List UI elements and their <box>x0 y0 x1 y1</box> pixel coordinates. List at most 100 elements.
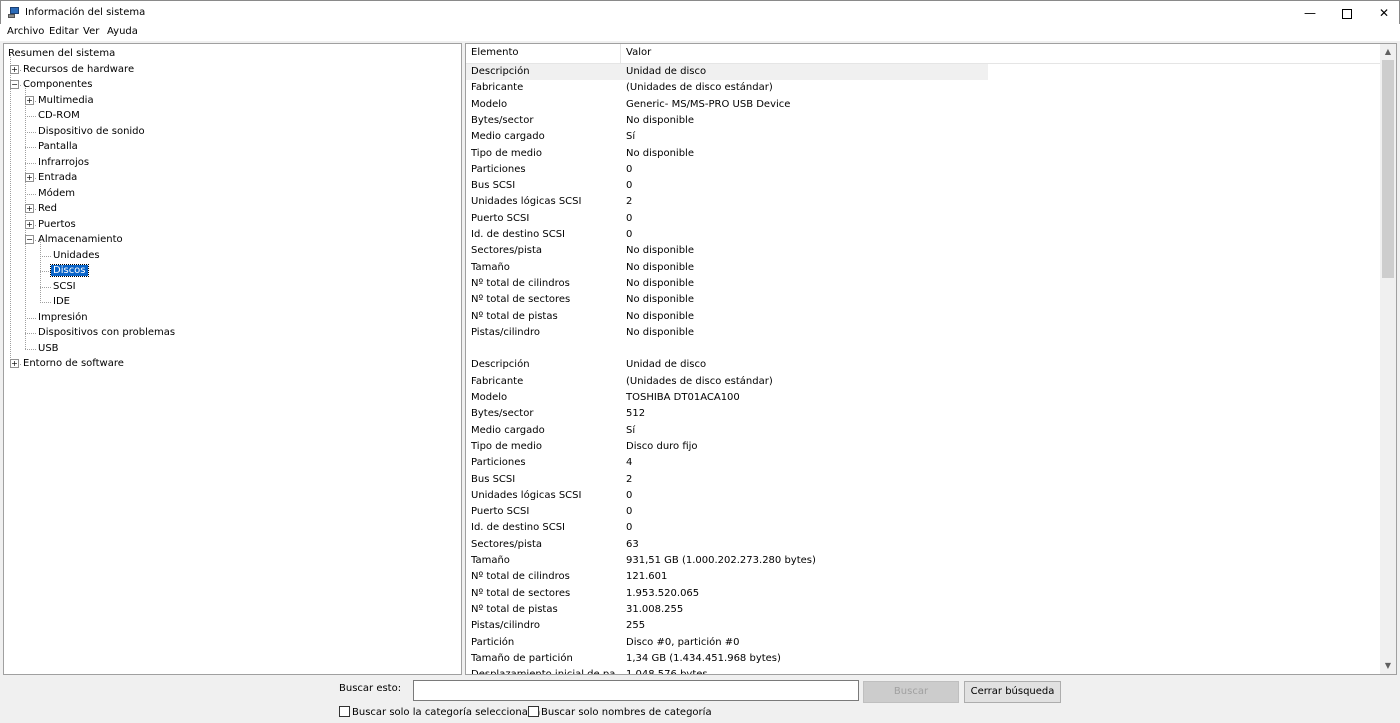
tree-item[interactable]: Recursos de hardware <box>23 62 134 77</box>
table-row[interactable]: Nº total de cilindros No disponible <box>466 276 988 292</box>
table-row[interactable]: Pistas/cilindro 255 <box>466 618 988 634</box>
table-row[interactable]: Puerto SCSI 0 <box>466 504 988 520</box>
menu-archivo[interactable]: Archivo <box>7 26 44 37</box>
tree-connector <box>25 131 36 133</box>
table-row[interactable]: Bus SCSI 2 <box>466 472 988 488</box>
table-row[interactable]: Descripción Unidad de disco <box>466 64 988 80</box>
close-search-button[interactable]: Cerrar búsqueda <box>964 681 1061 703</box>
tree-item[interactable]: Resumen del sistema <box>8 46 115 61</box>
tree-item[interactable]: Dispositivos con problemas <box>38 325 175 340</box>
table-row[interactable]: Particiones 0 <box>466 162 988 178</box>
table-row[interactable]: Tamaño No disponible <box>466 260 988 276</box>
table-row[interactable]: Partición Disco #0, partición #0 <box>466 635 988 651</box>
collapse-icon[interactable]: − <box>10 80 19 89</box>
search-input[interactable] <box>413 680 859 701</box>
tree-guide-line <box>25 85 26 349</box>
table-row[interactable]: Modelo Generic- MS/MS-PRO USB Device <box>466 97 988 113</box>
tree-item[interactable]: Almacenamiento <box>38 232 123 247</box>
table-row[interactable]: Tamaño de partición 1,34 GB (1.434.451.96… <box>466 651 988 667</box>
tree-item-label: CD-ROM <box>38 110 80 121</box>
tree-item[interactable]: Discos <box>50 263 89 278</box>
expand-icon[interactable]: + <box>25 204 34 213</box>
expand-icon[interactable]: + <box>25 219 34 229</box>
tree-item[interactable]: CD-ROM <box>38 108 80 123</box>
table-row[interactable]: Nº total de pistas No disponible <box>466 309 988 325</box>
cell-valor: No disponible <box>626 277 694 289</box>
tree-item[interactable]: Red <box>38 201 57 216</box>
collapse-icon[interactable]: − <box>25 235 34 244</box>
cell-valor: No disponible <box>626 245 694 257</box>
menu-ver[interactable]: Ver <box>83 26 99 37</box>
table-row[interactable]: Fabricante (Unidades de disco estándar) <box>466 80 988 96</box>
tree-item[interactable]: SCSI <box>53 279 76 294</box>
tree-item[interactable]: Puertos <box>38 217 76 232</box>
table-row[interactable]: Puerto SCSI 0 <box>466 211 988 227</box>
table-row[interactable]: Tipo de medio No disponible <box>466 146 988 162</box>
expand-icon[interactable]: + <box>10 64 19 74</box>
table-row[interactable]: Descripción Unidad de disco <box>466 357 988 373</box>
expand-icon[interactable]: + <box>25 173 34 182</box>
table-row[interactable]: Nº total de cilindros 121.601 <box>466 569 988 585</box>
checkbox-box[interactable] <box>339 706 350 717</box>
table-row[interactable]: Pistas/cilindro No disponible <box>466 325 988 341</box>
table-row[interactable]: Id. de destino SCSI 0 <box>466 520 988 536</box>
expand-icon[interactable]: + <box>10 359 19 368</box>
table-row[interactable]: Desplazamiento inicial de parti 1.048.576… <box>466 667 988 674</box>
tree-item[interactable]: IDE <box>53 294 70 309</box>
table-row[interactable]: Nº total de sectores No disponible <box>466 292 988 308</box>
menu-ayuda[interactable]: Ayuda <box>107 26 138 37</box>
close-button[interactable]: ✕ <box>1361 1 1400 25</box>
scroll-down-icon[interactable]: ▼ <box>1380 658 1396 674</box>
table-row[interactable]: Tipo de medio Disco duro fijo <box>466 439 988 455</box>
scroll-up-icon[interactable]: ▲ <box>1380 44 1396 60</box>
table-row[interactable]: Bytes/sector 512 <box>466 406 988 422</box>
category-tree[interactable]: Resumen del sistema Recursos de hardware +… <box>3 43 462 675</box>
details-list[interactable]: Elemento Valor Descripción Unidad de disc… <box>465 43 1397 675</box>
tree-item[interactable]: Pantalla <box>38 139 78 154</box>
table-row[interactable]: Bus SCSI 0 <box>466 178 988 194</box>
table-row[interactable]: Nº total de pistas 31.008.255 <box>466 602 988 618</box>
scroll-thumb[interactable] <box>1382 60 1394 278</box>
tree-item[interactable]: Unidades <box>53 248 100 263</box>
table-row[interactable]: Unidades lógicas SCSI 0 <box>466 488 988 504</box>
checkbox-category-names[interactable]: Buscar solo nombres de categoría <box>528 706 712 719</box>
tree-item-label: Pantalla <box>38 141 78 152</box>
table-row[interactable]: Modelo TOSHIBA DT01ACA100 <box>466 390 988 406</box>
tree-item[interactable]: Entorno de software <box>23 356 124 371</box>
table-row[interactable]: Sectores/pista No disponible <box>466 243 988 259</box>
table-row[interactable]: Tamaño 931,51 GB (1.000.202.273.280 bytes… <box>466 553 988 569</box>
search-button[interactable]: Buscar <box>863 681 959 703</box>
table-row[interactable]: Medio cargado Sí <box>466 423 988 439</box>
table-row[interactable]: Fabricante (Unidades de disco estándar) <box>466 374 988 390</box>
table-row[interactable]: Sectores/pista 63 <box>466 537 988 553</box>
tree-item-label: Infrarrojos <box>38 156 90 168</box>
table-row[interactable]: Id. de destino SCSI 0 <box>466 227 988 243</box>
maximize-icon <box>1342 8 1352 19</box>
checkbox-selected-category[interactable]: Buscar solo la categoría seleccionada <box>339 706 540 719</box>
column-header-valor[interactable]: Valor <box>626 47 651 58</box>
checkbox-box[interactable] <box>528 706 539 717</box>
table-row[interactable]: Particiones 4 <box>466 455 988 471</box>
table-row[interactable] <box>466 341 988 357</box>
expand-icon[interactable]: + <box>25 95 34 105</box>
tree-item[interactable]: Dispositivo de sonido <box>38 124 145 139</box>
tree-item[interactable]: Módem <box>38 186 75 201</box>
tree-item[interactable]: Infrarrojos <box>38 155 89 170</box>
tree-item[interactable]: Componentes <box>23 77 92 92</box>
tree-item[interactable]: Impresión <box>38 310 88 325</box>
menu-bar: Archivo Editar Ver Ayuda <box>0 24 1400 41</box>
tree-item[interactable]: USB <box>38 341 59 356</box>
table-row[interactable]: Bytes/sector No disponible <box>466 113 988 129</box>
column-header-elemento[interactable]: Elemento <box>471 47 519 58</box>
vertical-scrollbar[interactable]: ▲ ▼ <box>1380 44 1396 674</box>
menu-editar[interactable]: Editar <box>49 26 79 37</box>
tree-item[interactable]: Entrada <box>38 170 77 185</box>
table-row[interactable]: Nº total de sectores 1.953.520.065 <box>466 586 988 602</box>
table-row[interactable]: Medio cargado Sí <box>466 129 988 145</box>
tree-item[interactable]: Multimedia <box>38 93 94 108</box>
cell-valor: 2 <box>626 473 633 485</box>
cell-elemento: Bus SCSI <box>471 180 516 192</box>
column-divider[interactable] <box>620 44 621 64</box>
tree-item-label: SCSI <box>53 280 76 292</box>
table-row[interactable]: Unidades lógicas SCSI 2 <box>466 194 988 210</box>
